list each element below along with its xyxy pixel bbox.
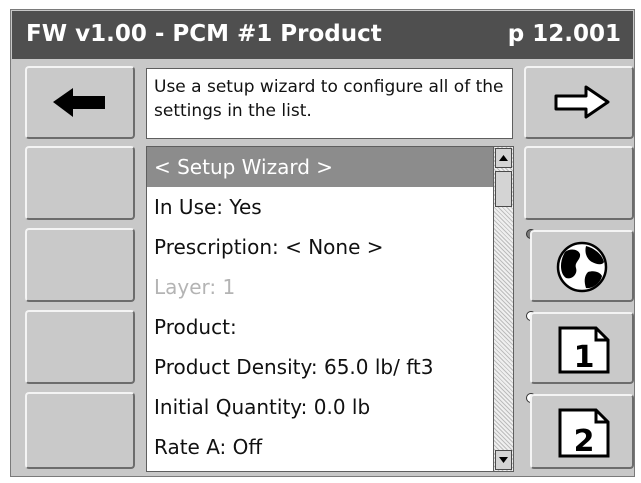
arrow-left-icon — [53, 88, 105, 117]
title-bar: FW v1.00 - PCM #1 Product p 12.001 — [12, 11, 633, 59]
scroll-up-button[interactable] — [495, 148, 512, 168]
soft-key-left-1[interactable] — [25, 146, 135, 220]
settings-list[interactable]: < Setup Wizard > In Use: Yes Prescriptio… — [146, 146, 493, 472]
page-number: p 12.001 — [507, 21, 621, 47]
document-icon: 1 — [558, 326, 610, 375]
list-item-in-use[interactable]: In Use: Yes — [147, 187, 493, 227]
list-item-product[interactable]: Product: — [147, 307, 493, 347]
back-button[interactable] — [25, 66, 135, 139]
help-message-text: Use a setup wizard to configure all of t… — [154, 77, 504, 121]
soft-key-left-4[interactable] — [25, 392, 135, 469]
help-message: Use a setup wizard to configure all of t… — [146, 68, 513, 139]
soft-key-right-1[interactable] — [524, 146, 634, 220]
page-1-label: 1 — [574, 340, 595, 375]
triangle-up-icon — [499, 155, 508, 161]
page-2-button[interactable]: 2 — [530, 394, 634, 469]
list-item-setup-wizard[interactable]: < Setup Wizard > — [147, 147, 493, 187]
document-icon: 2 — [558, 408, 610, 459]
forward-button[interactable] — [524, 66, 634, 139]
page-title: FW v1.00 - PCM #1 Product — [26, 21, 382, 47]
list-item-layer: Layer: 1 — [154, 275, 236, 299]
scroll-down-button[interactable] — [495, 450, 512, 470]
soft-key-left-3[interactable] — [25, 310, 135, 384]
triangle-down-icon — [499, 457, 508, 463]
scroll-thumb[interactable] — [495, 171, 512, 207]
map-view-button[interactable] — [530, 230, 634, 302]
globe-icon — [556, 241, 608, 293]
list-item-initial-quantity[interactable]: Initial Quantity: 0.0 lb — [147, 387, 493, 427]
list-item-prescription[interactable]: Prescription: < None > — [147, 227, 493, 267]
list-scrollbar[interactable] — [493, 146, 514, 472]
list-item-rate-a[interactable]: Rate A: Off — [147, 427, 493, 467]
soft-key-left-2[interactable] — [25, 228, 135, 302]
arrow-right-icon — [554, 85, 610, 119]
page-2-label: 2 — [574, 424, 595, 459]
list-item-product-density[interactable]: Product Density: 65.0 lb/ ft3 — [147, 347, 493, 387]
page-1-button[interactable]: 1 — [530, 312, 634, 384]
